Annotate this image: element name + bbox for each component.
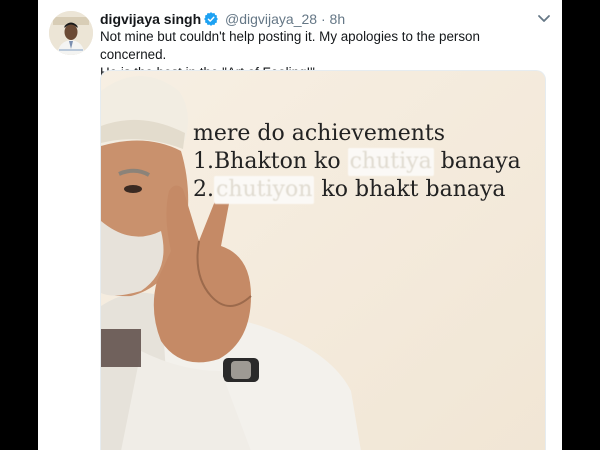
avatar[interactable]	[49, 11, 93, 55]
meme-line-3: 2.chutiyon ko bhakt banaya	[193, 176, 521, 204]
meme-line-3-suffix: ko bhakt banaya	[321, 177, 506, 202]
chevron-down-icon[interactable]	[536, 10, 552, 26]
meme-line-2-suffix: banaya	[440, 149, 521, 174]
tweet-card: digvijaya singh @digvijaya_28 · 8h Not m…	[38, 0, 562, 450]
meme-line-2: 1.Bhakton ko chutiya banaya	[193, 148, 521, 176]
tweet-text-line-1: Not mine but couldn't help posting it. M…	[100, 29, 480, 62]
meme-line-2-prefix: 1.Bhakton ko	[193, 149, 341, 174]
meme-line-3-prefix: 2.	[193, 177, 214, 202]
meme-line-2-censored: chutiya	[347, 148, 434, 176]
tweet-timestamp[interactable]: 8h	[330, 11, 346, 27]
meme-line-1: mere do achievements	[193, 121, 446, 146]
avatar-image	[49, 11, 93, 55]
meme-line-3-censored: chutiyon	[214, 176, 315, 204]
author-handle[interactable]: @digvijaya_28	[225, 11, 317, 27]
tweet-header: digvijaya singh @digvijaya_28 · 8h	[100, 9, 532, 29]
verified-badge-icon	[204, 11, 219, 26]
meme-caption: mere do achievements 1.Bhakton ko chutiy…	[193, 120, 521, 204]
separator-dot: ·	[320, 11, 326, 27]
author-name[interactable]: digvijaya singh	[100, 11, 201, 27]
tweet-media-image[interactable]: mere do achievements 1.Bhakton ko chutiy…	[100, 70, 546, 450]
